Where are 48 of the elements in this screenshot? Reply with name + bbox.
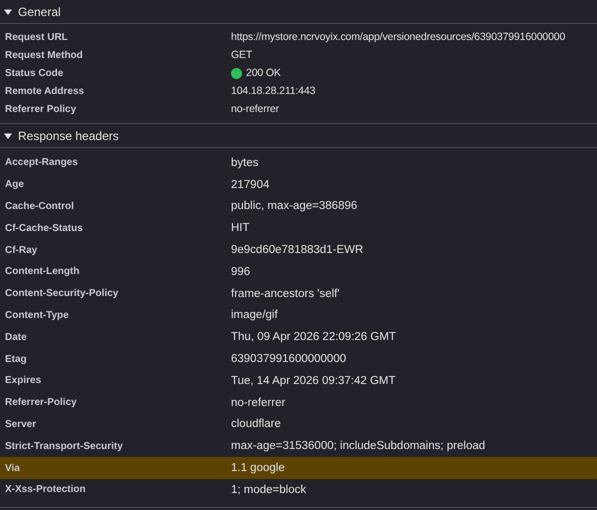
section-header[interactable]: Response headers [0, 124, 597, 148]
header-value: GET [231, 49, 252, 61]
header-value: image/gif [231, 309, 278, 322]
section-title: General [18, 4, 61, 18]
header-value: public, max-age=386896 [231, 200, 358, 212]
header-name: Referrer-Policy [4, 397, 78, 408]
header-name: Age [4, 179, 25, 190]
header-value: cloudflare [231, 418, 281, 430]
header-name: Server [4, 418, 38, 430]
expand-triangle-icon [4, 8, 12, 16]
header-value: HIT [231, 222, 250, 234]
header-value: 1.1 google [231, 462, 285, 474]
header-value: bytes [231, 156, 258, 169]
header-value: Tue, 14 Apr 2026 09:37:42 GMT [231, 374, 396, 387]
header-name: Content-Length [4, 266, 80, 278]
section-header[interactable]: General [0, 0, 597, 24]
header-value: max-age=31536000; includeSubdomains; preload [231, 440, 486, 452]
header-name: Request URL [4, 32, 69, 42]
header-value: no-referrer [231, 396, 286, 409]
header-name: Date [4, 332, 28, 343]
header-value: frame-ancestors 'self' [231, 288, 340, 300]
header-name: Expires [4, 375, 42, 386]
header-value: 104.18.28.211:443 [231, 85, 316, 97]
header-value: 9e9cd60e781883d1-EWR [231, 244, 364, 256]
header-name: Cf-Cache-Status [4, 222, 84, 234]
header-name: Content-Type [4, 310, 70, 321]
header-value: 639037991600000000 [231, 353, 346, 366]
header-value: 996 [231, 266, 250, 278]
header-name: Status Code [4, 68, 64, 78]
header-value: 200 OK [246, 67, 281, 79]
header-value: 1; mode=block [231, 484, 306, 496]
expand-triangle-icon [4, 132, 12, 140]
header-name: Cache-Control [4, 200, 75, 212]
header-name: Remote Address [4, 86, 86, 96]
section-title: Response headers [18, 128, 119, 142]
header-value: Thu, 09 Apr 2026 22:09:26 GMT [231, 331, 396, 344]
header-value: https://mystore.ncrvoyix.com/app/versionedresources/6390379916000000 [231, 31, 566, 43]
header-name: Accept-Ranges [4, 157, 79, 168]
header-name: Cf-Ray [4, 244, 38, 256]
header-value: 217904 [231, 178, 270, 191]
header-name: Strict-Transport-Security [4, 440, 124, 452]
header-name: Etag [4, 354, 28, 365]
header-value: no-referrer [231, 103, 279, 115]
header-name: Request Method [4, 50, 84, 60]
header-name: Referrer Policy [4, 104, 78, 114]
header-name: Content-Security-Policy [4, 288, 120, 300]
header-name: X-Xss-Protection [4, 484, 87, 496]
header-name: Via [4, 462, 21, 474]
